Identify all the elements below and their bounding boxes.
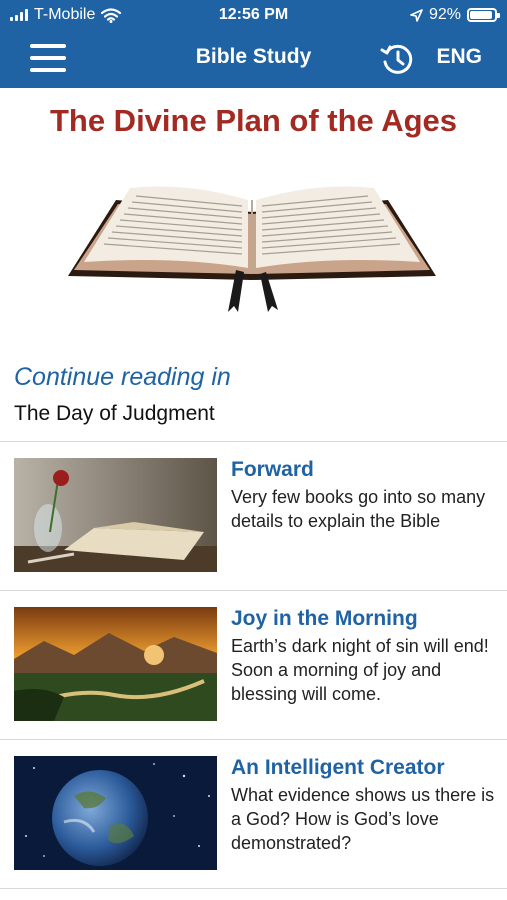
battery-icon xyxy=(467,8,500,22)
history-clock-icon[interactable] xyxy=(380,42,414,76)
open-bible-image xyxy=(68,186,436,312)
list-item-forward[interactable]: Forward Very few books go into so many d… xyxy=(0,442,507,590)
forward-thumbnail xyxy=(14,458,217,572)
chapter-title: Forward xyxy=(231,458,314,481)
book-title: The Divine Plan of the Ages xyxy=(49,103,458,138)
page-title: Bible Study xyxy=(195,45,312,68)
list-item-joy-in-the-morning[interactable]: Joy in the Morning Earth’s dark night of… xyxy=(0,591,507,739)
chapter-description: Earth’s dark night of sin will end! Soon… xyxy=(231,636,489,704)
battery-percent: 92% xyxy=(428,6,461,23)
chapter-title: Joy in the Morning xyxy=(231,607,418,630)
joy-in-the-morning-thumbnail xyxy=(14,607,217,721)
list-item-an-intelligent-creator[interactable]: An Intelligent Creator What evidence sho… xyxy=(0,740,507,888)
battery-fill xyxy=(470,11,493,19)
status-bar: T-Mobile 12:56 PM 92% xyxy=(0,0,507,30)
chapter-title: An Intelligent Creator xyxy=(231,756,445,779)
an-intelligent-creator-thumbnail xyxy=(14,756,217,870)
top-bar: T-Mobile 12:56 PM 92% Bible Study ENG xyxy=(0,0,507,88)
chapter-description: Very few books go into so many details t… xyxy=(231,487,486,531)
divider xyxy=(0,888,507,889)
continue-reading-chapter[interactable]: The Day of Judgment xyxy=(14,402,215,426)
continue-reading-label: Continue reading in xyxy=(14,363,231,391)
nav-bar: Bible Study ENG xyxy=(0,30,507,88)
status-right: 92% xyxy=(410,6,500,24)
language-button[interactable]: ENG xyxy=(436,45,482,69)
chapter-description: What evidence shows us there is a God? H… xyxy=(231,785,495,853)
location-arrow-icon xyxy=(410,8,423,22)
